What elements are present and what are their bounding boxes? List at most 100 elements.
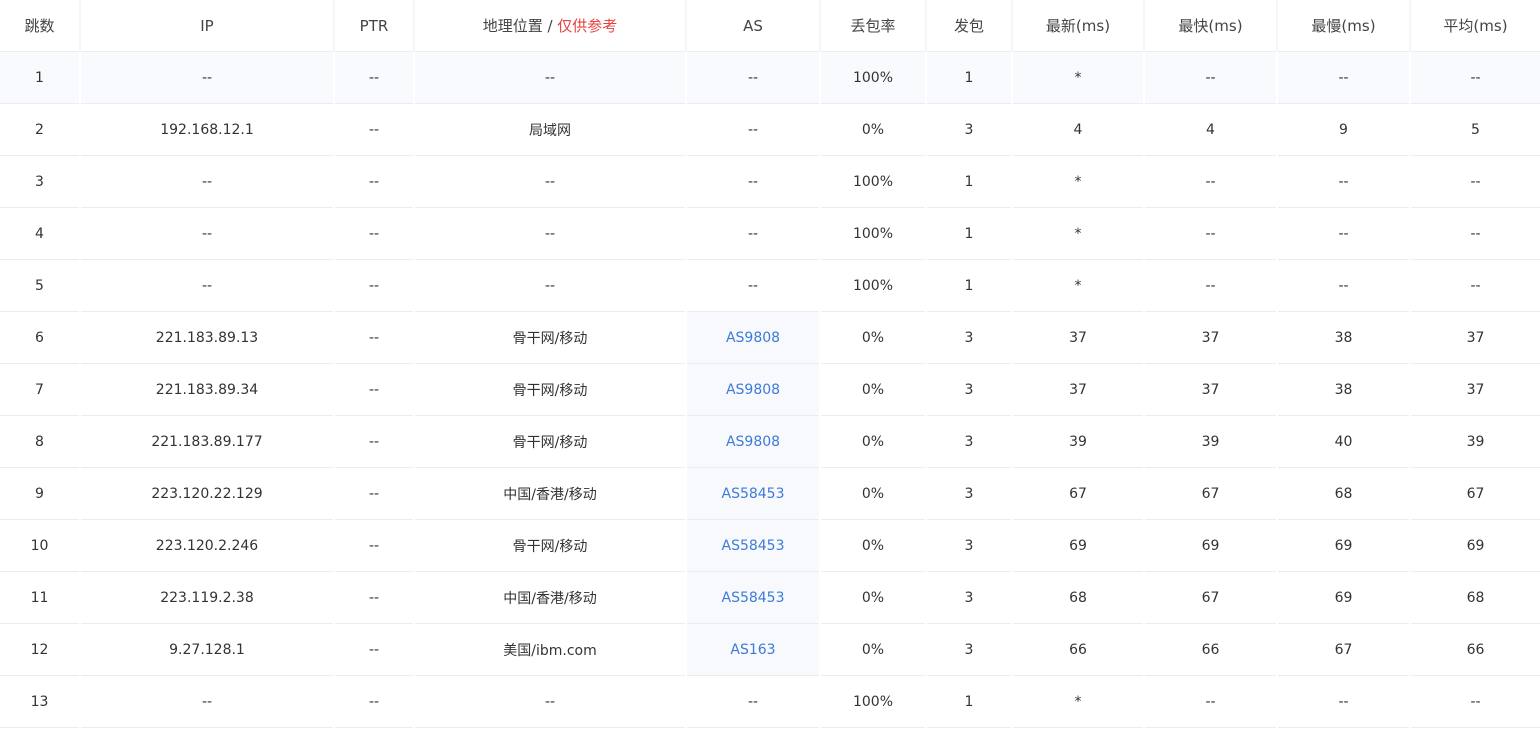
as-value: -- [747, 277, 759, 294]
cell-ip: 223.120.2.246 [79, 519, 334, 572]
col-best-header: 最快(ms) [1143, 0, 1277, 52]
cell-ip: 223.120.22.129 [79, 467, 334, 520]
cell-ptr: -- [333, 207, 414, 260]
cell-last: * [1011, 155, 1144, 208]
cell-avg: -- [1409, 675, 1540, 728]
as-link[interactable]: AS9808 [726, 434, 780, 450]
cell-ip: -- [79, 207, 334, 260]
cell-worst: -- [1276, 207, 1410, 260]
as-link[interactable]: AS58453 [722, 590, 785, 606]
cell-as: AS163 [685, 623, 820, 676]
cell-avg: -- [1409, 207, 1540, 260]
cell-hop: 8 [0, 415, 80, 468]
as-link[interactable]: AS58453 [722, 538, 785, 554]
table-row: 5 -- -- -- -- 100% 1 * -- -- -- [0, 259, 1540, 312]
cell-avg: 67 [1409, 467, 1540, 520]
cell-last: 39 [1011, 415, 1144, 468]
cell-hop: 1 [0, 51, 80, 104]
cell-worst: -- [1276, 51, 1410, 104]
cell-geo: -- [413, 259, 686, 312]
cell-last: * [1011, 51, 1144, 104]
cell-best: -- [1143, 51, 1277, 104]
table-row: 10 223.120.2.246 -- 骨干网/移动 AS58453 0% 3 69 69 69 6… [0, 519, 1540, 572]
cell-hop: 6 [0, 311, 80, 364]
col-hop-header: 跳数 [0, 0, 80, 52]
cell-last: * [1011, 207, 1144, 260]
cell-best: 37 [1143, 311, 1277, 364]
as-link[interactable]: AS58453 [722, 486, 785, 502]
cell-as: -- [685, 675, 820, 728]
as-value: -- [747, 121, 759, 138]
table-row: 12 9.27.128.1 -- 美国/ibm.com AS163 0% 3 66 66 67 66 [0, 623, 1540, 676]
cell-worst: 40 [1276, 415, 1410, 468]
table-row: 13 -- -- -- -- 100% 1 * -- -- -- [0, 675, 1540, 728]
cell-ptr: -- [333, 571, 414, 624]
cell-as: -- [685, 155, 820, 208]
header-row: 跳数 IP PTR 地理位置 / 仅供参考 AS 丢包率 发包 最新(ms) 最… [0, 0, 1540, 52]
cell-as: AS58453 [685, 571, 820, 624]
cell-ptr: -- [333, 363, 414, 416]
cell-loss: 100% [819, 51, 926, 104]
as-link[interactable]: AS9808 [726, 330, 780, 346]
cell-sent: 3 [925, 103, 1012, 156]
cell-worst: -- [1276, 155, 1410, 208]
cell-sent: 3 [925, 415, 1012, 468]
cell-geo: -- [413, 207, 686, 260]
cell-last: 37 [1011, 363, 1144, 416]
table-row: 2 192.168.12.1 -- 局域网 -- 0% 3 4 4 9 5 [0, 103, 1540, 156]
cell-hop: 3 [0, 155, 80, 208]
as-link[interactable]: AS9808 [726, 382, 780, 398]
col-ip-header: IP [79, 0, 334, 52]
col-as-header: AS [685, 0, 820, 52]
cell-as: -- [685, 259, 820, 312]
as-link[interactable]: AS163 [730, 642, 775, 658]
cell-ptr: -- [333, 519, 414, 572]
table-row: 9 223.120.22.129 -- 中国/香港/移动 AS58453 0% 3 67 67 6… [0, 467, 1540, 520]
cell-ip: -- [79, 51, 334, 104]
as-value: -- [747, 225, 759, 242]
cell-loss: 100% [819, 155, 926, 208]
cell-worst: 69 [1276, 571, 1410, 624]
cell-last: 37 [1011, 311, 1144, 364]
cell-loss: 0% [819, 571, 926, 624]
cell-hop: 10 [0, 519, 80, 572]
cell-hop: 12 [0, 623, 80, 676]
col-last-header: 最新(ms) [1011, 0, 1144, 52]
cell-geo: 中国/香港/移动 [413, 467, 686, 520]
cell-as: -- [685, 103, 820, 156]
cell-avg: 37 [1409, 311, 1540, 364]
cell-ptr: -- [333, 259, 414, 312]
cell-best: 67 [1143, 467, 1277, 520]
table-row: 7 221.183.89.34 -- 骨干网/移动 AS9808 0% 3 37 37 38 37 [0, 363, 1540, 416]
cell-ptr: -- [333, 623, 414, 676]
cell-geo: 骨干网/移动 [413, 311, 686, 364]
cell-geo: -- [413, 51, 686, 104]
cell-sent: 3 [925, 571, 1012, 624]
table-row: 6 221.183.89.13 -- 骨干网/移动 AS9808 0% 3 37 37 38 37 [0, 311, 1540, 364]
cell-hop: 2 [0, 103, 80, 156]
cell-as: -- [685, 207, 820, 260]
cell-worst: 38 [1276, 363, 1410, 416]
table-row: 4 -- -- -- -- 100% 1 * -- -- -- [0, 207, 1540, 260]
cell-best: -- [1143, 675, 1277, 728]
cell-hop: 4 [0, 207, 80, 260]
cell-sent: 3 [925, 363, 1012, 416]
cell-worst: 9 [1276, 103, 1410, 156]
cell-ptr: -- [333, 467, 414, 520]
cell-avg: 37 [1409, 363, 1540, 416]
cell-as: AS9808 [685, 363, 820, 416]
cell-worst: 69 [1276, 519, 1410, 572]
cell-ip: 221.183.89.34 [79, 363, 334, 416]
cell-last: 69 [1011, 519, 1144, 572]
geo-header-label: 地理位置 [482, 17, 543, 35]
cell-loss: 100% [819, 675, 926, 728]
cell-last: 68 [1011, 571, 1144, 624]
cell-as: AS58453 [685, 519, 820, 572]
cell-avg: -- [1409, 155, 1540, 208]
cell-avg: 69 [1409, 519, 1540, 572]
cell-best: 4 [1143, 103, 1277, 156]
cell-sent: 1 [925, 207, 1012, 260]
col-geo-header: 地理位置 / 仅供参考 [413, 0, 686, 52]
cell-sent: 1 [925, 51, 1012, 104]
cell-worst: 67 [1276, 623, 1410, 676]
